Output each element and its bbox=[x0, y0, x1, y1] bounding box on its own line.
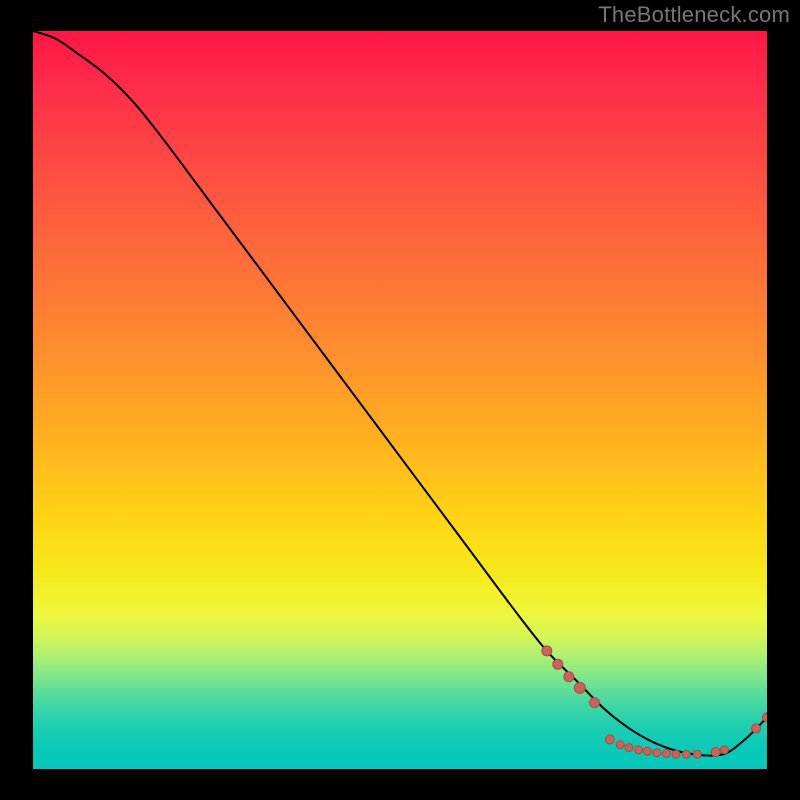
scatter-dot bbox=[616, 741, 624, 749]
scatter-dot bbox=[672, 750, 680, 758]
scatter-dot bbox=[653, 749, 661, 757]
scatter-dot bbox=[590, 698, 600, 708]
scatter-dot bbox=[711, 748, 720, 757]
scatter-dot bbox=[564, 672, 574, 682]
scatter-dot bbox=[720, 746, 728, 754]
chart-svg bbox=[33, 31, 767, 769]
bottleneck-curve bbox=[33, 31, 767, 756]
scatter-dots bbox=[542, 646, 767, 758]
scatter-dot bbox=[574, 682, 585, 693]
scatter-dot bbox=[605, 735, 614, 744]
scatter-dot bbox=[542, 646, 552, 656]
plot-area bbox=[33, 31, 767, 769]
scatter-dot bbox=[693, 750, 701, 758]
scatter-dot bbox=[625, 744, 633, 752]
watermark-text: TheBottleneck.com bbox=[598, 2, 790, 28]
scatter-dot bbox=[635, 746, 643, 754]
scatter-dot bbox=[751, 724, 760, 733]
scatter-dot bbox=[662, 750, 670, 758]
scatter-dot bbox=[763, 713, 768, 722]
scatter-dot bbox=[682, 750, 690, 758]
scatter-dot bbox=[643, 747, 651, 755]
chart-stage: TheBottleneck.com bbox=[0, 0, 800, 800]
scatter-dot bbox=[553, 659, 563, 669]
